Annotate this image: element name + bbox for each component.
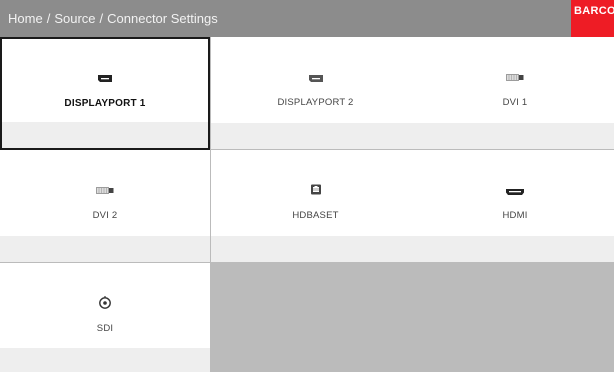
tile-label: DVI 1 xyxy=(502,97,528,108)
tile-label: HDMI xyxy=(502,210,528,221)
tile-hdbaset[interactable]: HDBASET xyxy=(211,150,420,262)
tile-hdmi[interactable]: HDMI xyxy=(416,150,614,262)
tile-displayport-2[interactable]: DISPLAYPORT 2 xyxy=(211,37,420,149)
connector-grid: DISPLAYPORT 1 DISPLAYPORT 2 DVI 1 DVI 2 … xyxy=(0,37,614,372)
hdbaset-icon xyxy=(310,184,321,195)
tile-dvi-2[interactable]: DVI 2 xyxy=(0,150,210,262)
tile-label: HDBASET xyxy=(292,210,339,221)
tile-dvi-1[interactable]: DVI 1 xyxy=(416,37,614,149)
tile-displayport-1[interactable]: DISPLAYPORT 1 xyxy=(0,37,210,150)
tile-footer xyxy=(211,123,420,149)
breadcrumb-separator: / xyxy=(46,11,51,26)
tile-label: DISPLAYPORT 2 xyxy=(277,97,354,108)
sdi-icon xyxy=(99,296,111,309)
tile-footer xyxy=(416,236,614,262)
logo-text: BARCO xyxy=(574,5,614,17)
breadcrumb-connector-settings: Connector Settings xyxy=(107,11,218,26)
tile-label: DISPLAYPORT 1 xyxy=(64,98,146,109)
breadcrumb-home[interactable]: Home xyxy=(8,11,43,26)
breadcrumb: Home / Source / Connector Settings xyxy=(8,0,218,37)
tile-footer xyxy=(0,236,210,262)
breadcrumb-source[interactable]: Source xyxy=(54,11,95,26)
dvi-icon xyxy=(506,74,524,81)
tile-footer xyxy=(416,123,614,149)
header-bar: Home / Source / Connector Settings BARCO xyxy=(0,0,614,37)
tile-label: SDI xyxy=(96,323,114,334)
tile-sdi[interactable]: SDI xyxy=(0,263,210,372)
hdmi-icon xyxy=(506,189,524,195)
dvi-icon xyxy=(96,187,114,194)
tile-label: DVI 2 xyxy=(92,210,118,221)
tile-footer xyxy=(211,236,420,262)
tile-footer xyxy=(2,122,208,148)
displayport-icon xyxy=(98,75,112,82)
tile-footer xyxy=(0,348,210,372)
barco-logo: BARCO xyxy=(571,0,614,37)
displayport-icon xyxy=(308,75,323,82)
empty-grid-area xyxy=(211,263,614,372)
breadcrumb-separator: / xyxy=(99,11,104,26)
